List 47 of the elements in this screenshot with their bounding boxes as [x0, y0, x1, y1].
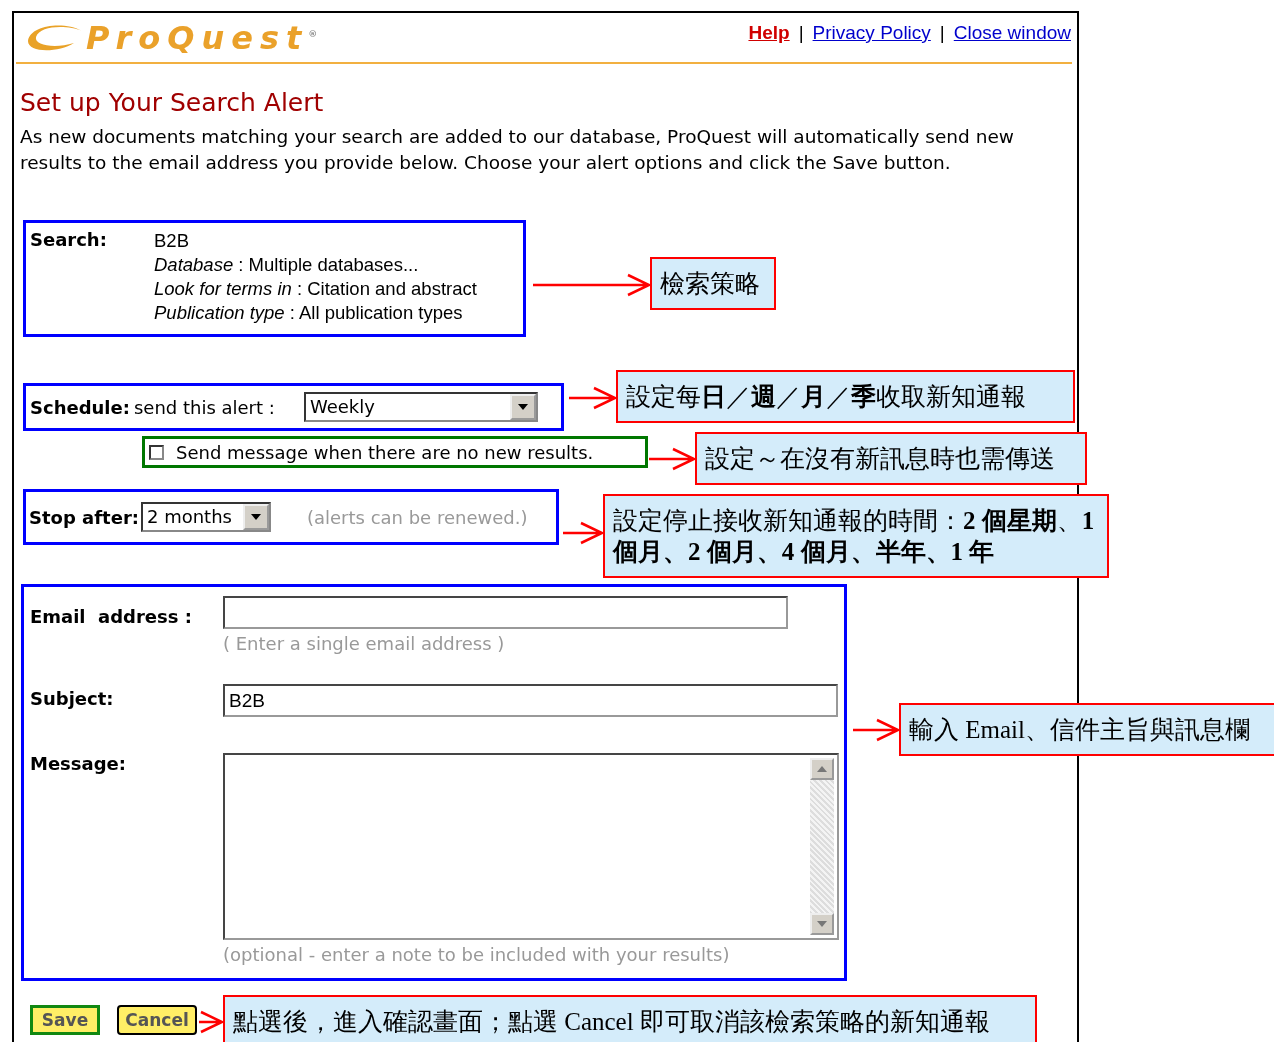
renew-note: (alerts can be renewed.) [306, 506, 528, 528]
email-label: Email address : [30, 605, 193, 629]
scrollbar[interactable] [810, 758, 834, 935]
subject-label: Subject: [30, 687, 115, 711]
intro-text: As new documents matching your search are added to our database, ProQuest will automatically send new results to the email address you provide below. Choose your alert options and click the Save button. [20, 125, 1015, 175]
message-label: Message: [30, 753, 127, 776]
page-title: Set up Your Search Alert [20, 88, 325, 118]
message-hint: (optional - enter a note to be included with your results) [223, 944, 731, 965]
email-field[interactable] [223, 596, 788, 629]
stop-after-select[interactable]: 2 months [140, 502, 271, 532]
annotation-callout: 設定每日／週／月／季收取新知通報 [616, 370, 1075, 423]
scroll-down-icon [817, 921, 827, 927]
schedule-prompt: send this alert : [133, 396, 276, 418]
callout-arrow [563, 521, 603, 545]
schedule-select[interactable]: Weekly [303, 392, 538, 422]
annotation-callout: 檢索策略 [650, 257, 776, 310]
save-button[interactable]: Save [30, 1005, 100, 1035]
header-link[interactable]: Privacy Policy [812, 22, 931, 44]
subject-field[interactable]: B2B [223, 684, 838, 717]
search-label: Search: [30, 229, 108, 252]
link-separator: | [798, 22, 804, 44]
cancel-button[interactable]: Cancel [117, 1005, 197, 1035]
logo-wordmark: ProQuest$^{®}$ [86, 17, 318, 57]
link-separator: | [939, 22, 945, 44]
header-link[interactable]: Close window [953, 22, 1071, 44]
annotation-callout: 點選後，進入確認畫面；點選 Cancel 即可取消該檢索策略的新知通報 [223, 995, 1037, 1042]
stop-after-label: Stop after: [29, 506, 139, 528]
search-detail: Database : Multiple databases... [154, 253, 420, 277]
message-field[interactable] [223, 753, 839, 940]
scroll-up-icon [817, 766, 827, 772]
dropdown-arrow-icon [250, 514, 261, 520]
annotation-callout: 設定～在沒有新訊息時也需傳送 [695, 432, 1087, 485]
email-hint: ( Enter a single email address ) [223, 633, 506, 654]
annotation-callout: 輸入 Email、信件主旨與訊息欄 [899, 703, 1274, 756]
callout-arrow [853, 718, 899, 742]
annotation-callout: 設定停止接收新知通報的時間：2 個星期、1 個月、2 個月、4 個月、半年、1 年 [603, 494, 1109, 578]
callout-arrow [199, 1010, 223, 1034]
checkbox-label: Send message when there are no new results. [176, 441, 594, 463]
search-detail: Look for terms in : Citation and abstract [154, 277, 477, 301]
search-query: B2B [154, 229, 190, 253]
help-link[interactable]: Help [748, 22, 790, 44]
callout-arrow [569, 386, 616, 410]
callout-arrow [649, 447, 695, 471]
checkbox[interactable] [149, 444, 164, 460]
dropdown-arrow-icon [517, 404, 528, 410]
search-detail: Publication type : All publication types [154, 301, 464, 325]
schedule-label: Schedule: [30, 396, 130, 418]
